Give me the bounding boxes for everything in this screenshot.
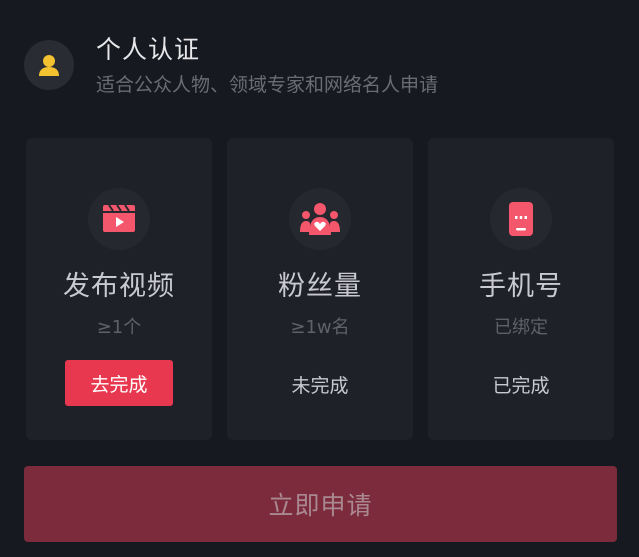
page-subtitle: 适合公众人物、领域专家和网络名人申请 xyxy=(96,74,439,96)
card-title: 手机号 xyxy=(479,271,563,302)
video-clapper-icon xyxy=(101,204,137,234)
requirement-card-videos: 发布视频 ≥1个 去完成 xyxy=(26,138,212,440)
apply-now-button[interactable]: 立即申请 xyxy=(24,466,617,542)
card-requirement: 已绑定 xyxy=(494,317,548,338)
status-incomplete: 未完成 xyxy=(291,375,349,397)
video-icon-circle xyxy=(88,188,150,250)
fans-icon-circle xyxy=(289,188,351,250)
go-complete-button[interactable]: 去完成 xyxy=(65,360,173,406)
person-icon xyxy=(36,52,62,78)
avatar xyxy=(24,40,74,90)
status-complete: 已完成 xyxy=(492,375,550,397)
fans-icon xyxy=(300,202,340,236)
personal-verification-page: 个人认证 适合公众人物、领域专家和网络名人申请 发布视频 ≥1个 去完成 粉丝量… xyxy=(0,0,639,557)
card-requirement: ≥1个 xyxy=(96,317,142,338)
card-title: 发布视频 xyxy=(63,271,175,302)
card-requirement: ≥1w名 xyxy=(290,317,350,338)
header: 个人认证 适合公众人物、领域专家和网络名人申请 xyxy=(24,30,624,100)
card-title: 粉丝量 xyxy=(278,271,362,302)
page-title: 个人认证 xyxy=(96,35,201,64)
phone-icon xyxy=(508,201,534,237)
phone-icon-circle xyxy=(490,188,552,250)
requirement-card-phone: 手机号 已绑定 已完成 xyxy=(428,138,614,440)
requirement-card-fans: 粉丝量 ≥1w名 未完成 xyxy=(227,138,413,440)
